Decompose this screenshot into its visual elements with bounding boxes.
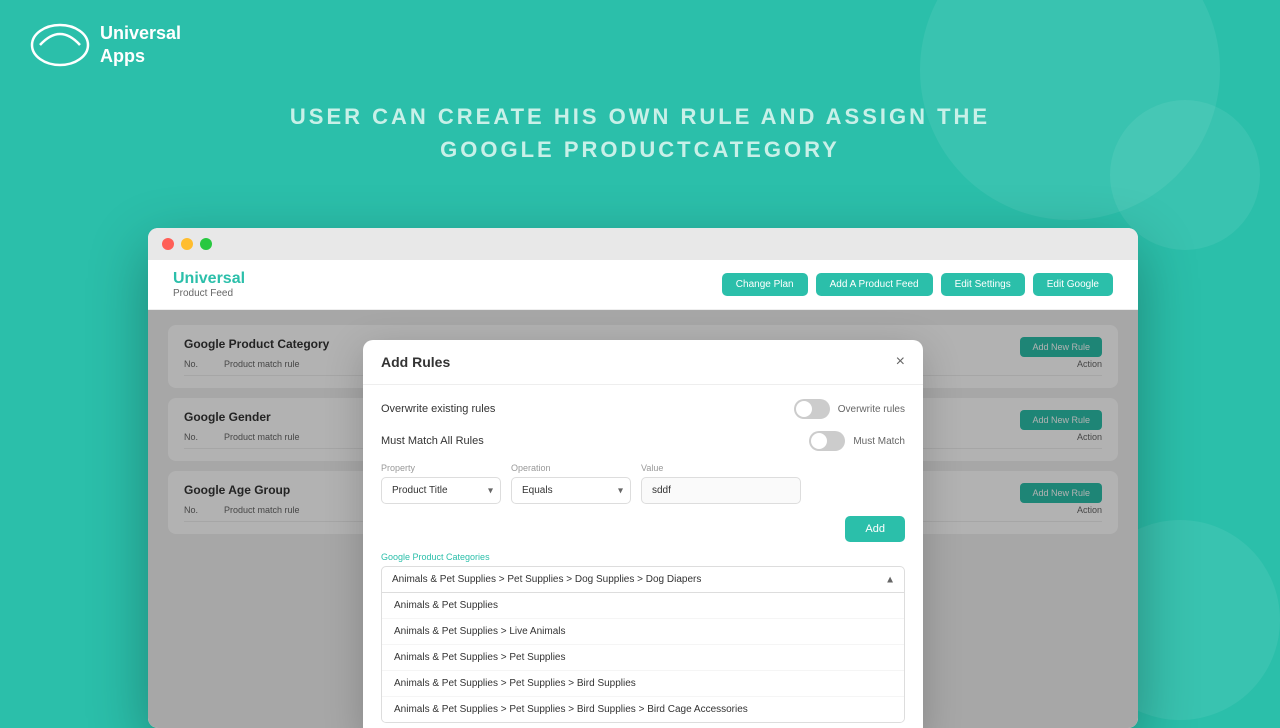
main-content: Google Product Category Add New Rule No.…: [148, 310, 1138, 728]
logo-container: Universal Apps: [30, 15, 181, 75]
dropdown-item[interactable]: Animals & Pet Supplies > Pet Supplies > …: [382, 671, 904, 697]
operation-select-wrapper: Equals: [511, 477, 631, 504]
add-rules-modal: Add Rules × Overwrite existing rules Ove…: [363, 340, 923, 728]
rule-form-row: Property Product Title Operation: [381, 463, 905, 504]
logo-line1: Universal: [100, 22, 181, 45]
must-match-toggle[interactable]: [809, 431, 845, 451]
gpc-dropdown-label: Google Product Categories: [381, 552, 905, 562]
dot-yellow[interactable]: [181, 238, 193, 250]
gpc-input-wrapper: ▲: [381, 566, 905, 593]
dot-green[interactable]: [200, 238, 212, 250]
property-select[interactable]: Product Title: [381, 477, 501, 504]
logo-text: Universal Apps: [100, 22, 181, 69]
operation-group: Operation Equals: [511, 463, 631, 504]
modal-title: Add Rules: [381, 354, 450, 370]
value-label: Value: [641, 463, 801, 473]
logo-line2: Apps: [100, 45, 181, 68]
must-match-toggle-text: Must Match: [853, 436, 905, 447]
value-group: Value: [641, 463, 801, 504]
overwrite-toggle[interactable]: [794, 399, 830, 419]
gpc-dropdown-section: Google Product Categories ▲ Animals & Pe…: [381, 552, 905, 723]
dropdown-item[interactable]: Animals & Pet Supplies: [382, 593, 904, 619]
value-input[interactable]: [641, 477, 801, 504]
browser-window: Universal Product Feed Change Plan Add A…: [148, 228, 1138, 728]
browser-chrome: [148, 228, 1138, 260]
gpc-dropdown-arrow: ▲: [885, 574, 895, 585]
dropdown-item[interactable]: Animals & Pet Supplies > Pet Supplies > …: [382, 697, 904, 723]
operation-label: Operation: [511, 463, 631, 473]
modal-body: Overwrite existing rules Overwrite rules…: [363, 385, 923, 728]
must-match-row: Must Match All Rules Must Match: [381, 431, 905, 451]
property-select-wrapper: Product Title: [381, 477, 501, 504]
overwrite-toggle-text: Overwrite rules: [838, 404, 905, 415]
gpc-dropdown-list[interactable]: Animals & Pet Supplies Animals & Pet Sup…: [381, 593, 905, 723]
dropdown-item[interactable]: Animals & Pet Supplies > Pet Supplies: [382, 645, 904, 671]
add-rule-submit-button[interactable]: Add: [845, 516, 905, 542]
hero-text: USER CAN CREATE HIS OWN RULE AND ASSIGN …: [0, 90, 1280, 186]
app-logo: Universal Product Feed: [173, 270, 245, 299]
hero-line2: GOOGLE PRODUCTCATEGORY: [50, 133, 1230, 166]
property-label: Property: [381, 463, 501, 473]
edit-google-button[interactable]: Edit Google: [1033, 273, 1113, 296]
app-logo-sub: Product Feed: [173, 288, 245, 299]
dot-red[interactable]: [162, 238, 174, 250]
property-group: Property Product Title: [381, 463, 501, 504]
overwrite-toggle-container: Overwrite rules: [794, 399, 905, 419]
change-plan-button[interactable]: Change Plan: [722, 273, 808, 296]
logo-icon: [30, 15, 90, 75]
operation-select[interactable]: Equals: [511, 477, 631, 504]
modal-overlay[interactable]: Add Rules × Overwrite existing rules Ove…: [148, 310, 1138, 728]
add-feed-button[interactable]: Add A Product Feed: [816, 273, 933, 296]
browser-content: Universal Product Feed Change Plan Add A…: [148, 260, 1138, 728]
gpc-search-input[interactable]: [381, 566, 905, 593]
page-header: Universal Apps: [0, 0, 1280, 90]
app-logo-main: Universal: [173, 270, 245, 288]
hero-line1: USER CAN CREATE HIS OWN RULE AND ASSIGN …: [50, 100, 1230, 133]
app-buttons: Change Plan Add A Product Feed Edit Sett…: [722, 273, 1113, 296]
overwrite-label: Overwrite existing rules: [381, 403, 495, 415]
dropdown-item[interactable]: Animals & Pet Supplies > Live Animals: [382, 619, 904, 645]
app-header: Universal Product Feed Change Plan Add A…: [148, 260, 1138, 310]
must-match-label: Must Match All Rules: [381, 435, 484, 447]
modal-close-button[interactable]: ×: [896, 354, 905, 370]
overwrite-rules-row: Overwrite existing rules Overwrite rules: [381, 399, 905, 419]
modal-header: Add Rules ×: [363, 340, 923, 385]
edit-settings-button[interactable]: Edit Settings: [941, 273, 1025, 296]
must-match-toggle-container: Must Match: [809, 431, 905, 451]
